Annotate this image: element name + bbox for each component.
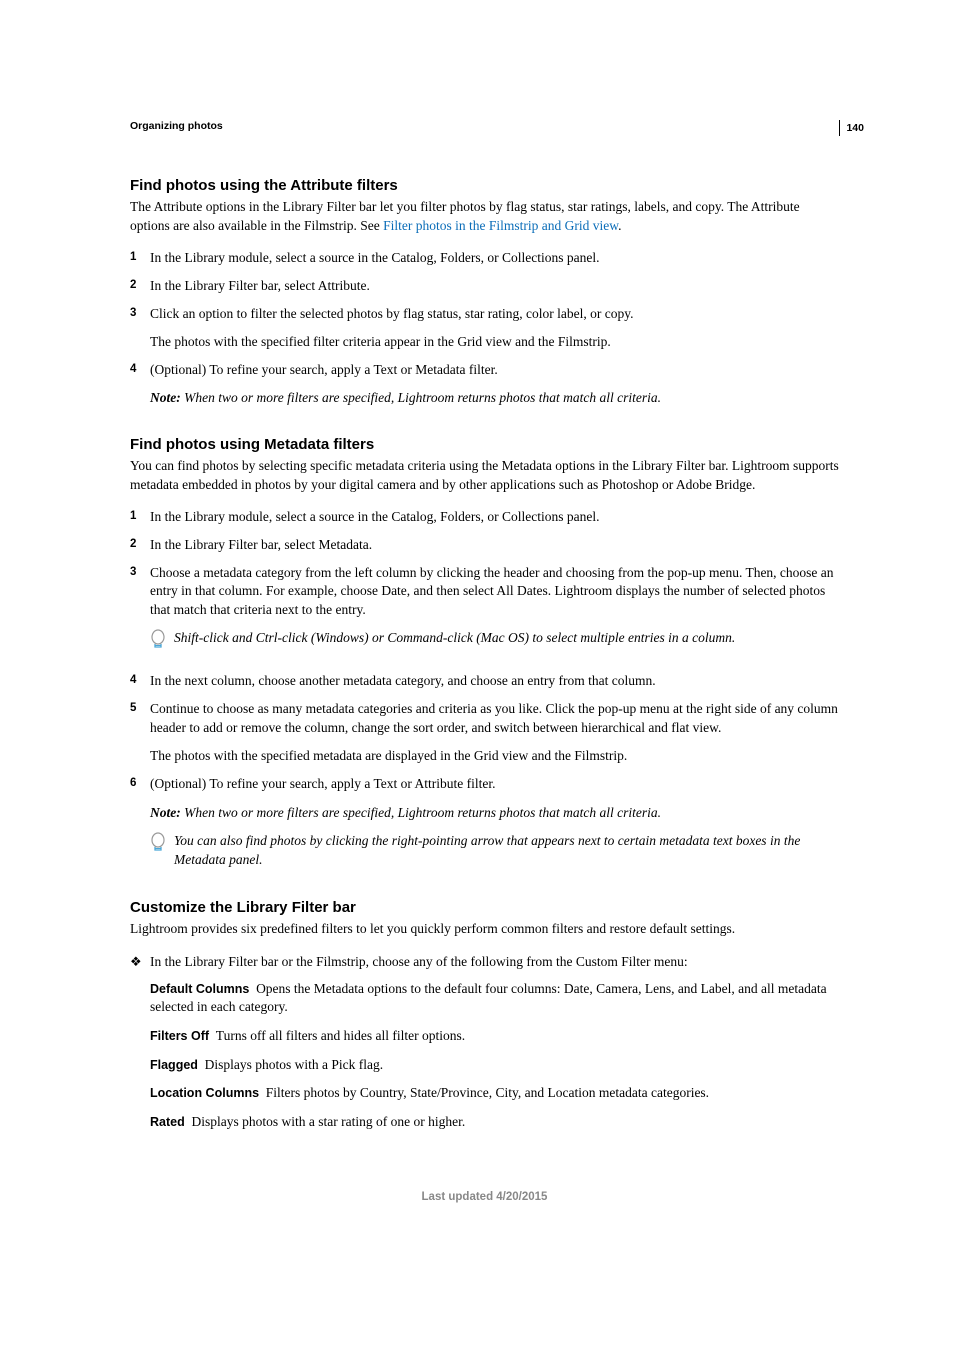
- step-follow-text: The photos with the specified filter cri…: [150, 333, 839, 352]
- note-label: Note:: [150, 390, 184, 405]
- lightbulb-icon: [150, 629, 174, 656]
- section-customize: Customize the Library Filter bar Lightro…: [130, 899, 839, 1131]
- def-desc: Opens the Metadata options to the defaul…: [150, 981, 827, 1015]
- step-text: In the next column, choose another metad…: [150, 672, 839, 691]
- step-text: Continue to choose as many metadata cate…: [150, 700, 839, 737]
- note-text: When two or more filters are specified, …: [184, 390, 661, 405]
- intro-attribute: The Attribute options in the Library Fil…: [130, 198, 839, 235]
- heading-metadata: Find photos using Metadata filters: [130, 436, 839, 453]
- def-rated: Rated Displays photos with a star rating…: [150, 1113, 839, 1132]
- bullet-text: In the Library Filter bar or the Filmstr…: [150, 953, 839, 972]
- def-term: Filters Off: [150, 1029, 209, 1043]
- heading-customize: Customize the Library Filter bar: [130, 899, 839, 916]
- def-filters-off: Filters Off Turns off all filters and hi…: [150, 1027, 839, 1046]
- def-desc: Filters photos by Country, State/Provinc…: [266, 1085, 709, 1100]
- tip-text: Shift-click and Ctrl-click (Windows) or …: [174, 629, 839, 648]
- def-desc: Displays photos with a star rating of on…: [191, 1114, 465, 1129]
- step-number: 5: [130, 700, 150, 766]
- def-flagged: Flagged Displays photos with a Pick flag…: [150, 1056, 839, 1075]
- def-location-columns: Location Columns Filters photos by Count…: [150, 1084, 839, 1103]
- step-number: 1: [130, 249, 150, 268]
- step-number: 3: [130, 564, 150, 659]
- step-number: 1: [130, 508, 150, 527]
- step-text: In the Library Filter bar, select Metada…: [150, 536, 839, 555]
- footer-last-updated: Last updated 4/20/2015: [130, 1191, 839, 1203]
- note: Note: When two or more filters are speci…: [150, 389, 839, 408]
- step-number: 2: [130, 277, 150, 296]
- step-text: In the Library module, select a source i…: [150, 508, 839, 527]
- diamond-bullet-icon: ❖: [130, 953, 150, 972]
- intro-metadata: You can find photos by selecting specifi…: [130, 457, 839, 494]
- step-number: 4: [130, 361, 150, 408]
- def-term: Flagged: [150, 1058, 198, 1072]
- step-number: 4: [130, 672, 150, 691]
- def-term: Default Columns: [150, 982, 249, 996]
- step-number: 2: [130, 536, 150, 555]
- intro-text-post: .: [618, 218, 621, 233]
- step-number: 3: [130, 305, 150, 352]
- instruction-bullet: ❖ In the Library Filter bar or the Films…: [130, 953, 839, 972]
- steps-attribute: 1 In the Library module, select a source…: [130, 249, 839, 408]
- lightbulb-icon: [150, 832, 174, 859]
- step-text: In the Library Filter bar, select Attrib…: [150, 277, 839, 296]
- step-follow-text: The photos with the specified metadata a…: [150, 747, 839, 766]
- note-label: Note:: [150, 805, 184, 820]
- def-desc: Displays photos with a Pick flag.: [205, 1057, 384, 1072]
- step-number: 6: [130, 775, 150, 872]
- tip-text: You can also find photos by clicking the…: [174, 832, 839, 869]
- step-text: In the Library module, select a source i…: [150, 249, 839, 268]
- tip: You can also find photos by clicking the…: [150, 832, 839, 869]
- section-attribute-filters: Find photos using the Attribute filters …: [130, 177, 839, 408]
- steps-metadata: 1 In the Library module, select a source…: [130, 508, 839, 871]
- def-term: Location Columns: [150, 1086, 259, 1100]
- step-text: Click an option to filter the selected p…: [150, 305, 839, 324]
- intro-customize: Lightroom provides six predefined filter…: [130, 920, 839, 939]
- note: Note: When two or more filters are speci…: [150, 804, 839, 823]
- page-number: 140: [839, 120, 864, 136]
- section-metadata-filters: Find photos using Metadata filters You c…: [130, 436, 839, 871]
- heading-attribute: Find photos using the Attribute filters: [130, 177, 839, 194]
- def-term: Rated: [150, 1115, 185, 1129]
- def-desc: Turns off all filters and hides all filt…: [216, 1028, 465, 1043]
- step-text: (Optional) To refine your search, apply …: [150, 361, 839, 380]
- step-text: (Optional) To refine your search, apply …: [150, 775, 839, 794]
- running-header: Organizing photos: [130, 120, 839, 132]
- note-text: When two or more filters are specified, …: [184, 805, 661, 820]
- tip: Shift-click and Ctrl-click (Windows) or …: [150, 629, 839, 656]
- def-default-columns: Default Columns Opens the Metadata optio…: [150, 980, 839, 1017]
- step-text: Choose a metadata category from the left…: [150, 564, 839, 620]
- link-filter-photos[interactable]: Filter photos in the Filmstrip and Grid …: [383, 218, 618, 233]
